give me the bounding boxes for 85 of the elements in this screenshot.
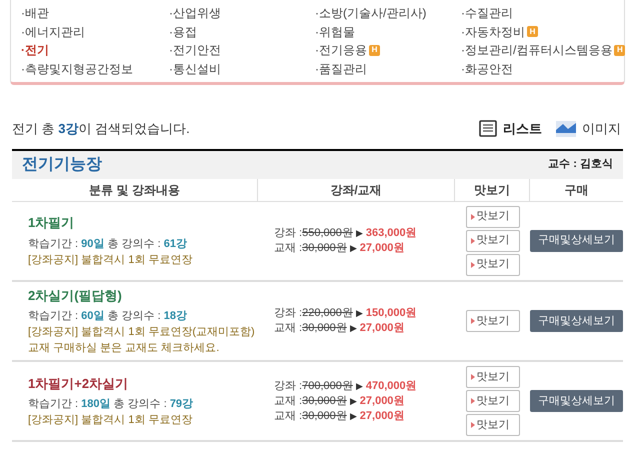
category-link[interactable]: ·전기 (21, 41, 49, 60)
hot-badge: H (527, 26, 538, 38)
category-link[interactable]: ·품질관리 (315, 60, 367, 78)
buy-details-button[interactable]: 구매및상세보기 (530, 390, 623, 412)
column-header: 분류 및 강좌내용 (89, 182, 180, 198)
category-link[interactable]: ·수질관리 (461, 4, 513, 22)
view-toggle[interactable]: 리스트 (503, 119, 542, 138)
study-period-text: 학습기간 : 90일 총 강의수 : 61강 (28, 236, 188, 252)
notice-text: [강좌공지] 불합격시 1회 무료연장(교재미포함) (28, 325, 256, 340)
price-label: 교재 : (274, 320, 302, 336)
arrow-icon: ▶ (350, 394, 357, 408)
triangle-icon (470, 214, 474, 220)
sale-price: 27,000원 (360, 240, 404, 256)
triangle-icon (470, 422, 474, 428)
column-header: 구매 (564, 182, 588, 198)
category-link[interactable]: ·통신설비 (169, 60, 221, 78)
hot-badge: H (614, 44, 626, 56)
sale-price: 363,000원 (366, 226, 417, 240)
category-link[interactable]: ·용접 (169, 22, 197, 41)
triangle-icon (470, 262, 474, 268)
original-price: 30,000원 (302, 240, 347, 256)
buy-details-button[interactable]: 구매및상세보기 (530, 310, 623, 332)
result-count-text: 전기 총 3강이 검색되었습니다. (12, 120, 190, 138)
arrow-icon: ▶ (350, 408, 357, 424)
sale-price: 27,000원 (360, 408, 404, 424)
preview-button[interactable]: 맛보기 (466, 310, 520, 332)
price-label: 강좌 : (274, 306, 302, 321)
list-icon (479, 120, 497, 138)
sale-price: 470,000원 (366, 378, 417, 394)
sale-price: 27,000원 (360, 394, 404, 408)
category-link[interactable]: ·소방(기술사/관리사) (315, 4, 426, 22)
notice-text: [강좌공지] 불합격시 1회 무료연장 (28, 252, 194, 268)
view-toggle[interactable]: 이미지 (582, 119, 621, 138)
category-link[interactable]: ·산업위생 (169, 4, 221, 22)
study-period-text: 학습기간 : 60일 총 강의수 : 18강 (28, 309, 188, 324)
category-link[interactable]: ·자동차정비 (461, 22, 525, 41)
buy-details-button[interactable]: 구매및상세보기 (530, 230, 623, 252)
course-title: 전기기능장 (22, 154, 102, 174)
category-link[interactable]: ·전기안전 (169, 41, 221, 60)
column-header: 맛보기 (474, 182, 510, 198)
arrow-icon: ▶ (350, 240, 357, 256)
arrow-icon: ▶ (356, 226, 363, 240)
triangle-icon (470, 318, 474, 324)
original-price: 550,000원 (302, 226, 353, 240)
price-label: 강좌 : (274, 378, 302, 394)
preview-button[interactable]: 맛보기 (466, 414, 520, 436)
original-price: 30,000원 (302, 320, 347, 336)
course-name: 2차실기(필답형) (28, 286, 123, 305)
professor-label: 교수 : 김호식 (548, 157, 613, 172)
image-icon (556, 120, 576, 137)
notice-text: 교재 구매하실 분은 교재도 체크하세요. (28, 341, 220, 356)
original-price: 30,000원 (302, 394, 347, 408)
original-price: 30,000원 (302, 408, 347, 424)
preview-button[interactable]: 맛보기 (466, 230, 520, 252)
preview-button[interactable]: 맛보기 (466, 366, 520, 388)
category-link[interactable]: ·에너지관리 (21, 22, 85, 41)
category-link[interactable]: ·화공안전 (461, 60, 513, 78)
study-period-text: 학습기간 : 180일 총 강의수 : 79강 (28, 397, 194, 412)
triangle-icon (470, 374, 474, 380)
arrow-icon: ▶ (350, 320, 357, 336)
category-link[interactable]: ·전기응용 (315, 41, 367, 60)
price-label: 교재 : (274, 240, 302, 256)
notice-text: [강좌공지] 불합격시 1회 무료연장 (28, 413, 194, 428)
triangle-icon (470, 238, 474, 244)
course-name: 1차필기 (28, 214, 76, 232)
original-price: 220,000원 (302, 306, 353, 321)
preview-button[interactable]: 맛보기 (466, 254, 520, 276)
arrow-icon: ▶ (356, 306, 363, 321)
triangle-icon (470, 398, 474, 404)
column-header: 강좌/교재 (330, 182, 382, 198)
preview-button[interactable]: 맛보기 (466, 206, 520, 228)
preview-button[interactable]: 맛보기 (466, 390, 520, 412)
original-price: 700,000원 (302, 378, 353, 394)
category-link[interactable]: ·배관 (21, 4, 49, 22)
hot-badge: H (369, 44, 380, 56)
category-link[interactable]: ·정보관리/컴퓨터시스템응용 (461, 41, 612, 60)
category-link[interactable]: ·위험물 (315, 22, 355, 41)
course-name: 1차필기+2차실기 (28, 374, 130, 393)
category-link[interactable]: ·측량및지형공간정보 (21, 60, 133, 78)
price-label: 교재 : (274, 394, 302, 408)
price-label: 교재 : (274, 408, 302, 424)
price-label: 강좌 : (274, 226, 302, 240)
sale-price: 27,000원 (360, 320, 404, 336)
sale-price: 150,000원 (366, 306, 417, 321)
arrow-icon: ▶ (356, 378, 363, 394)
